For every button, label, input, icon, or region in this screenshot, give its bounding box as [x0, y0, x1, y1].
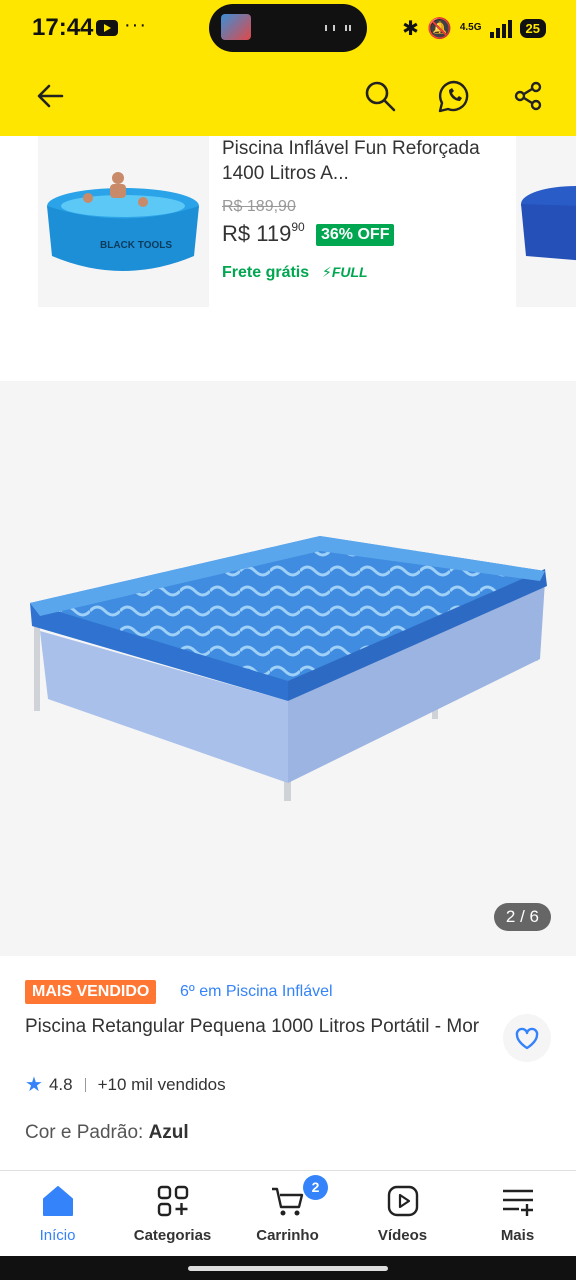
- tab-label: Vídeos: [377, 1227, 428, 1244]
- color-value: Azul: [148, 1122, 189, 1143]
- home-gesture-bar[interactable]: [188, 1266, 388, 1271]
- rating-value: 4.8: [48, 1074, 73, 1094]
- mute-icon: 🔕: [426, 17, 452, 40]
- tab-label: Mais: [500, 1227, 535, 1244]
- whatsapp-icon[interactable]: [436, 78, 472, 114]
- dynamic-island: [209, 4, 367, 52]
- audio-wave-icon: [325, 25, 351, 31]
- related-product-old-price: R$ 189,90: [222, 198, 296, 215]
- tab-carrinho[interactable]: 2 Carrinho: [230, 1171, 345, 1257]
- tab-label: Início: [39, 1227, 76, 1244]
- tab-mais[interactable]: Mais: [460, 1171, 575, 1257]
- youtube-icon: [96, 20, 118, 36]
- best-seller-badge: MAIS VENDIDO: [25, 980, 157, 1004]
- product-title: Piscina Retangular Pequena 1000 Litros P…: [25, 1016, 480, 1037]
- back-arrow-icon[interactable]: [32, 78, 68, 114]
- video-icon: [387, 1185, 419, 1217]
- cart-count-badge: 2: [303, 1175, 328, 1200]
- free-shipping-label: Frete grátis: [222, 264, 310, 281]
- sold-count: +10 mil vendidos: [97, 1074, 226, 1094]
- discount-badge: 36% OFF: [316, 224, 395, 246]
- color-label: Cor e Padrão:: [25, 1122, 149, 1143]
- status-icons: ✱ 🔕 4.5G 25: [402, 12, 546, 44]
- tab-videos[interactable]: Vídeos: [345, 1171, 460, 1257]
- bluetooth-icon: ✱: [402, 17, 419, 40]
- favorite-heart-icon[interactable]: [503, 1014, 551, 1062]
- status-more-dots: ···: [124, 14, 147, 36]
- image-counter: 2 / 6: [493, 903, 551, 931]
- product-info: MAIS VENDIDO 6º em Piscina Inflável Pisc…: [0, 956, 576, 1170]
- network-type: 4.5G: [459, 22, 482, 33]
- bottom-tab-bar: Início Categorias 2 Carrinho Vídeos Mais: [0, 1170, 576, 1256]
- product-image-gallery[interactable]: 2 / 6: [0, 381, 576, 956]
- status-time: 17:44: [32, 14, 94, 41]
- rating-divider: [84, 1077, 86, 1092]
- full-badge: ⚡FULL: [322, 264, 368, 280]
- related-product-price: R$ 11990: [222, 220, 305, 247]
- star-icon: ★: [25, 1074, 43, 1096]
- categories-icon: [157, 1185, 189, 1217]
- signal-icon: [489, 18, 512, 38]
- related-product-title[interactable]: Piscina Inflável Fun Reforçada 1400 Litr…: [222, 136, 512, 186]
- tab-inicio[interactable]: Início: [0, 1171, 115, 1257]
- system-navigation-bar: [0, 1256, 576, 1280]
- brand-logo-text: BLACK TOOLS: [100, 240, 172, 251]
- cart-icon: [272, 1187, 304, 1216]
- tab-categorias[interactable]: Categorias: [115, 1171, 230, 1257]
- app-bar: [0, 56, 576, 136]
- tab-label: Carrinho: [256, 1227, 319, 1244]
- price-cents: 90: [291, 220, 305, 234]
- price-integer: R$ 119: [222, 221, 292, 246]
- home-icon: [43, 1186, 73, 1216]
- status-bar: 17:44 ··· ✱ 🔕 4.5G 25: [0, 0, 576, 56]
- category-ranking-link[interactable]: 6º em Piscina Inflável: [180, 983, 333, 1001]
- product-image: [30, 536, 547, 801]
- color-pattern-row: Cor e Padrão: Azul: [25, 1122, 189, 1144]
- related-products-carousel[interactable]: BLACK TOOLS Piscina Inflável Fun Reforça…: [0, 136, 576, 381]
- search-icon[interactable]: [362, 78, 398, 114]
- related-product-image-next[interactable]: [516, 136, 576, 307]
- tab-label: Categorias: [133, 1227, 212, 1244]
- related-product-image[interactable]: BLACK TOOLS: [38, 136, 209, 307]
- share-icon[interactable]: [510, 78, 546, 114]
- more-icon: [503, 1189, 533, 1216]
- media-thumbnail-icon: [221, 14, 251, 40]
- rating-row[interactable]: ★ 4.8 +10 mil vendidos: [25, 1072, 226, 1097]
- full-label: FULL: [331, 264, 368, 280]
- battery-icon: 25: [519, 18, 546, 38]
